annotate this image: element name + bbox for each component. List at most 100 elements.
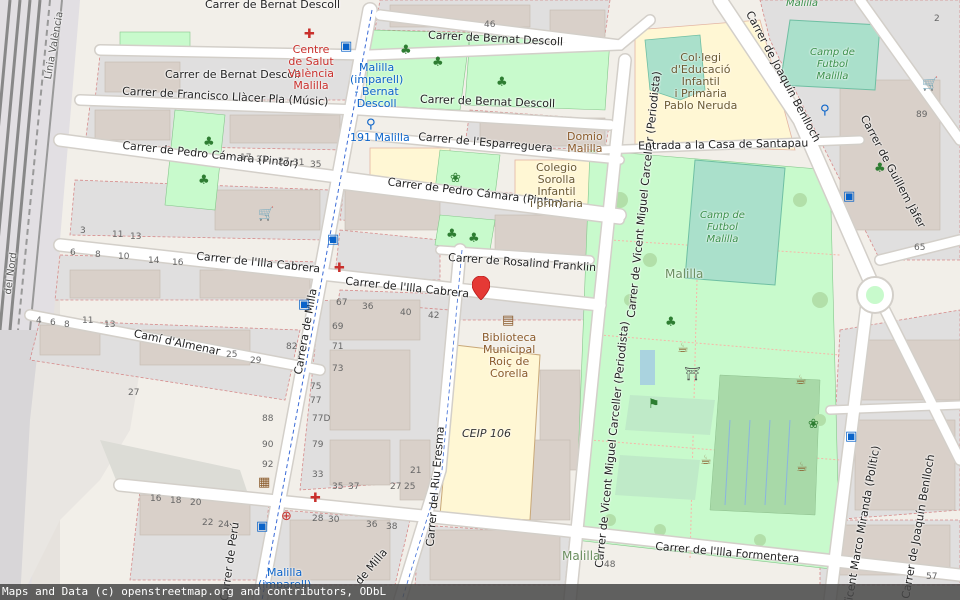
bus-stop-icon[interactable]: ▣: [843, 190, 855, 203]
bus-stop-icon[interactable]: ▣: [256, 520, 268, 533]
poi-malilla-park[interactable]: Malilla: [665, 268, 703, 280]
house-number: 31: [293, 158, 305, 168]
house-number: 89: [916, 110, 928, 120]
house-number: 8: [95, 250, 101, 260]
playground-icon[interactable]: ♣: [468, 232, 480, 245]
house-number: 13: [130, 232, 142, 242]
house-number: 24: [218, 520, 230, 530]
house-number: 6: [70, 248, 76, 258]
playground-icon[interactable]: ♣: [198, 174, 210, 187]
house-number: 2: [934, 14, 940, 24]
shopping-cart-icon[interactable]: 🛒: [258, 208, 274, 221]
playground-icon[interactable]: ♣: [874, 162, 886, 175]
house-number: 29: [250, 356, 262, 366]
playground-icon[interactable]: ♣: [665, 316, 677, 329]
bicycle-icon[interactable]: ⚲: [366, 118, 376, 131]
house-number: 92: [262, 460, 274, 470]
poi-col-legi-neruda[interactable]: Col·legi d'Educació Infantil i Primària …: [664, 52, 737, 112]
cafe-icon[interactable]: ☕: [700, 454, 712, 467]
bus-stop-icon[interactable]: ▣: [845, 430, 857, 443]
poi-bike-191[interactable]: 191 Malilla: [350, 132, 410, 144]
sports-icon[interactable]: ⚑: [648, 398, 660, 411]
playground-icon[interactable]: ♣: [203, 136, 215, 149]
house-number: 6: [50, 318, 56, 328]
house-number: 79: [312, 440, 324, 450]
house-number: 36: [362, 302, 374, 312]
house-number: 27: [390, 482, 402, 492]
house-number: 33: [312, 470, 324, 480]
poi-bus-imparell[interactable]: Malilla (imparell) - Bernat Descoll: [350, 62, 403, 110]
picnic-table-icon[interactable]: ⛩: [684, 368, 701, 381]
health-centre-icon[interactable]: ✚: [310, 492, 321, 505]
house-number: 25: [404, 482, 416, 492]
playground-icon[interactable]: ♣: [446, 228, 458, 241]
poi-colegio-sorolla[interactable]: Colegio Sorolla Infantil i primaria: [530, 162, 583, 210]
playground-icon[interactable]: ♣: [432, 56, 444, 69]
poi-camp-futbol-2[interactable]: Camp de Futbol Malilla: [810, 47, 855, 83]
pharmacy-icon[interactable]: ⊕: [281, 510, 292, 523]
bus-stop-icon[interactable]: ▣: [327, 233, 339, 246]
cafe-icon[interactable]: ☕: [795, 374, 807, 387]
house-number: 17: [240, 153, 252, 163]
house-number: 8: [64, 320, 70, 330]
street-label-bernat-descoll-1: Carrer de Bernat Descoll: [165, 68, 301, 81]
house-number: 31: [256, 155, 268, 165]
house-number: 65: [914, 243, 926, 253]
cafe-icon[interactable]: ☕: [677, 342, 689, 355]
house-number: 18: [170, 496, 182, 506]
poi-malilla-bottom[interactable]: Malilla: [562, 550, 600, 562]
house-number: 42: [428, 311, 440, 321]
bicycle-icon[interactable]: ⚲: [820, 104, 830, 117]
house-number: 22: [202, 518, 214, 528]
location-pin-icon[interactable]: [472, 276, 490, 300]
house-number: 90: [262, 440, 274, 450]
playground-icon[interactable]: ♣: [496, 76, 508, 89]
house-number: 36: [366, 520, 378, 530]
shopping-cart-icon[interactable]: 🛒: [922, 78, 938, 91]
shop-icon[interactable]: ▦: [258, 476, 270, 489]
house-number: 40: [400, 308, 412, 318]
house-number: 30: [328, 515, 340, 525]
house-number: 69: [332, 322, 344, 332]
cafe-icon[interactable]: ☕: [796, 461, 808, 474]
map-view[interactable]: Carrer de Bernat Descoll Carrer de Berna…: [0, 0, 960, 600]
bus-stop-icon[interactable]: ▣: [298, 298, 310, 311]
house-number: 35: [310, 160, 322, 170]
house-number: 11: [82, 316, 94, 326]
house-number: 27: [128, 388, 140, 398]
house-number: 28: [312, 514, 324, 524]
house-number: 71: [332, 342, 344, 352]
poi-biblioteca[interactable]: Biblioteca Municipal Roiç de Corella: [482, 332, 536, 380]
house-number: 73: [332, 364, 344, 374]
house-number: 25: [226, 350, 238, 360]
poi-centre-salut[interactable]: Centre de Salut València Malilla: [288, 44, 334, 92]
health-centre-icon[interactable]: ✚: [334, 262, 345, 275]
health-centre-icon[interactable]: ✚: [304, 28, 315, 41]
house-number: 57: [926, 572, 938, 582]
house-number: 13: [104, 320, 116, 330]
dog-park-icon[interactable]: ❀: [450, 172, 461, 185]
house-number: 14: [148, 256, 160, 266]
house-number: 75: [310, 382, 322, 392]
house-number: 4: [36, 316, 42, 326]
bus-stop-icon[interactable]: ▣: [340, 40, 352, 53]
poi-domio[interactable]: Domio Malilla: [567, 131, 603, 155]
dog-park-icon[interactable]: ❀: [808, 418, 819, 431]
map-attribution[interactable]: Maps and Data (c) openstreetmap.org and …: [0, 584, 960, 600]
poi-ceip[interactable]: CEIP 106: [462, 428, 511, 440]
poi-malilla-top[interactable]: Malilla: [786, 0, 818, 10]
house-number: 48: [604, 560, 616, 570]
house-number: 37: [348, 482, 360, 492]
house-number: 46: [484, 20, 496, 30]
house-number: 16: [172, 258, 184, 268]
library-icon[interactable]: ▤: [502, 314, 514, 327]
playground-icon[interactable]: ♣: [400, 44, 412, 57]
house-number: 10: [118, 252, 130, 262]
house-number: 88: [262, 414, 274, 424]
poi-camp-futbol-1[interactable]: Camp de Futbol Malilla: [700, 210, 745, 246]
house-number: 27: [278, 157, 290, 167]
house-number: 11: [112, 230, 124, 240]
house-number: 20: [190, 498, 202, 508]
house-number: 82: [286, 342, 298, 352]
house-number: 77: [310, 396, 322, 406]
